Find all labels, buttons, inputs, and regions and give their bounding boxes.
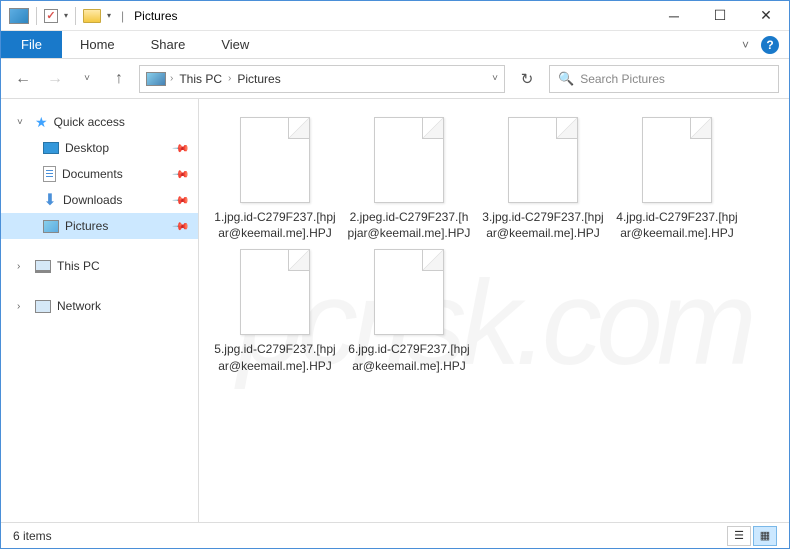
separator	[75, 7, 76, 25]
qat-dropdown-icon[interactable]: ▾	[64, 11, 68, 20]
expand-icon[interactable]: ›	[17, 301, 29, 312]
app-icon[interactable]	[9, 8, 29, 24]
icons-view-button[interactable]: ▦	[753, 526, 777, 546]
file-name: 6.jpg.id-C279F237.[hpjar@keemail.me].HPJ	[345, 341, 473, 373]
forward-button[interactable]: →	[43, 67, 67, 91]
pin-icon: 📌	[172, 217, 191, 236]
up-button[interactable]: ↑	[107, 67, 131, 91]
recent-dropdown-icon[interactable]: ˅	[75, 67, 99, 91]
sidebar-item-desktop[interactable]: Desktop 📌	[1, 135, 198, 161]
details-view-button[interactable]: ☰	[727, 526, 751, 546]
file-icon	[508, 117, 578, 203]
sidebar: ˅ ★ Quick access Desktop 📌 Documents 📌 ⬇…	[1, 99, 199, 546]
help-icon[interactable]: ?	[761, 36, 779, 54]
window-title: Pictures	[134, 9, 177, 23]
breadcrumb-current[interactable]: Pictures	[235, 72, 282, 86]
titlebar-left: ✓ ▾ ▾ | Pictures	[1, 7, 178, 25]
main: ˅ ★ Quick access Desktop 📌 Documents 📌 ⬇…	[1, 99, 789, 546]
file-item[interactable]: 4.jpg.id-C279F237.[hpjar@keemail.me].HPJ	[613, 117, 741, 241]
chevron-right-icon[interactable]: ›	[170, 73, 173, 84]
expand-icon[interactable]: ›	[17, 261, 29, 272]
file-item[interactable]: 2.jpeg.id-C279F237.[hpjar@keemail.me].HP…	[345, 117, 473, 241]
sidebar-label: Network	[57, 299, 101, 313]
statusbar: 6 items ☰ ▦	[1, 522, 789, 548]
titlebar: ✓ ▾ ▾ | Pictures ─ ☐ ✕	[1, 1, 789, 31]
pin-icon: 📌	[172, 191, 191, 210]
breadcrumb-root[interactable]: This PC	[177, 72, 224, 86]
chevron-right-icon[interactable]: ›	[228, 73, 231, 84]
search-icon: 🔍	[558, 71, 574, 87]
file-item[interactable]: 1.jpg.id-C279F237.[hpjar@keemail.me].HPJ	[211, 117, 339, 241]
sidebar-item-downloads[interactable]: ⬇ Downloads 📌	[1, 187, 198, 213]
refresh-button[interactable]: ↻	[513, 65, 541, 93]
file-grid[interactable]: pcrisk.com 1.jpg.id-C279F237.[hpjar@keem…	[199, 99, 789, 546]
expand-ribbon-icon[interactable]: ˅	[742, 38, 749, 52]
search-input[interactable]: 🔍 Search Pictures	[549, 65, 779, 93]
pictures-icon	[43, 220, 59, 233]
separator	[36, 7, 37, 25]
file-icon	[240, 249, 310, 335]
sidebar-label: Desktop	[65, 141, 109, 155]
sidebar-label: Downloads	[63, 193, 122, 207]
properties-icon[interactable]: ✓	[44, 9, 58, 23]
sidebar-item-documents[interactable]: Documents 📌	[1, 161, 198, 187]
file-icon	[374, 117, 444, 203]
folder-icon	[83, 9, 101, 23]
view-switcher: ☰ ▦	[727, 526, 777, 546]
file-icon	[240, 117, 310, 203]
breadcrumb[interactable]: › This PC › Pictures ˅	[139, 65, 505, 93]
file-item[interactable]: 6.jpg.id-C279F237.[hpjar@keemail.me].HPJ	[345, 249, 473, 373]
tab-file[interactable]: File	[1, 31, 62, 58]
pc-icon	[35, 260, 51, 273]
title-separator: |	[121, 9, 124, 23]
ribbon-right: ˅ ?	[742, 31, 789, 58]
close-button[interactable]: ✕	[743, 1, 789, 31]
download-icon: ⬇	[43, 193, 57, 207]
file-item[interactable]: 5.jpg.id-C279F237.[hpjar@keemail.me].HPJ	[211, 249, 339, 373]
sidebar-item-quickaccess[interactable]: ˅ ★ Quick access	[1, 109, 198, 135]
star-icon: ★	[35, 114, 48, 131]
collapse-icon[interactable]: ˅	[17, 117, 29, 128]
search-placeholder: Search Pictures	[580, 72, 665, 86]
navbar: ← → ˅ ↑ › This PC › Pictures ˅ ↻ 🔍 Searc…	[1, 59, 789, 99]
sidebar-label: Quick access	[54, 115, 125, 129]
sidebar-label: Pictures	[65, 219, 108, 233]
file-name: 3.jpg.id-C279F237.[hpjar@keemail.me].HPJ	[479, 209, 607, 241]
sidebar-item-pictures[interactable]: Pictures 📌	[1, 213, 198, 239]
pin-icon: 📌	[172, 139, 191, 158]
back-button[interactable]: ←	[11, 67, 35, 91]
sidebar-item-network[interactable]: › Network	[1, 293, 198, 319]
network-icon	[35, 300, 51, 313]
document-icon	[43, 166, 56, 182]
desktop-icon	[43, 142, 59, 154]
chevron-down-icon[interactable]: ▾	[107, 11, 111, 20]
tab-view[interactable]: View	[203, 31, 267, 58]
minimize-button[interactable]: ─	[651, 1, 697, 31]
ribbon: File Home Share View ˅ ?	[1, 31, 789, 59]
window-controls: ─ ☐ ✕	[651, 1, 789, 31]
status-text: 6 items	[13, 529, 52, 543]
location-icon	[146, 72, 166, 86]
file-item[interactable]: 3.jpg.id-C279F237.[hpjar@keemail.me].HPJ	[479, 117, 607, 241]
breadcrumb-dropdown-icon[interactable]: ˅	[492, 73, 498, 84]
file-name: 5.jpg.id-C279F237.[hpjar@keemail.me].HPJ	[211, 341, 339, 373]
file-icon	[374, 249, 444, 335]
file-name: 4.jpg.id-C279F237.[hpjar@keemail.me].HPJ	[613, 209, 741, 241]
sidebar-label: Documents	[62, 167, 123, 181]
sidebar-item-thispc[interactable]: › This PC	[1, 253, 198, 279]
tab-share[interactable]: Share	[133, 31, 204, 58]
file-icon	[642, 117, 712, 203]
maximize-button[interactable]: ☐	[697, 1, 743, 31]
tab-home[interactable]: Home	[62, 31, 133, 58]
pin-icon: 📌	[172, 165, 191, 184]
sidebar-label: This PC	[57, 259, 100, 273]
file-name: 2.jpeg.id-C279F237.[hpjar@keemail.me].HP…	[345, 209, 473, 241]
file-name: 1.jpg.id-C279F237.[hpjar@keemail.me].HPJ	[211, 209, 339, 241]
